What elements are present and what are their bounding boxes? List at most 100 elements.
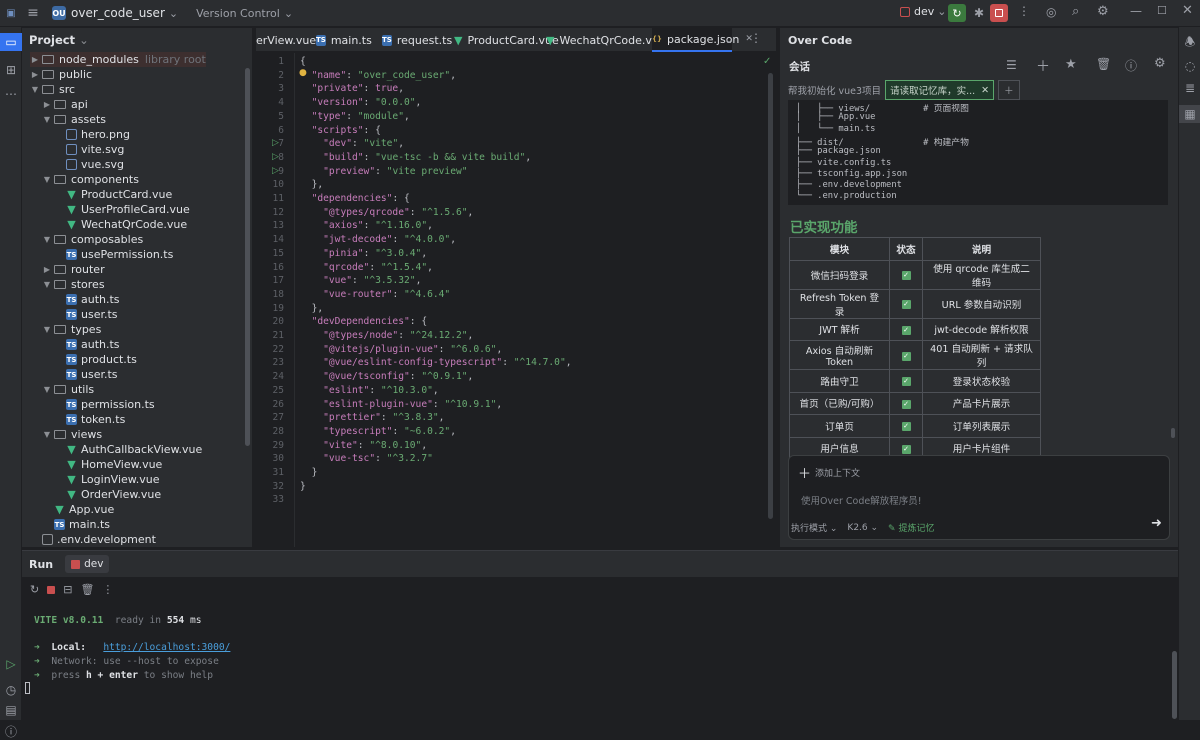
vcs-selector[interactable]: Version Control ⌄	[196, 7, 293, 20]
tree-file[interactable]: .env.development	[30, 532, 156, 547]
tree-file[interactable]: ▼ ProductCard.vue	[54, 187, 172, 202]
run-config-selector[interactable]: dev ⌄	[900, 5, 946, 18]
rerun-icon[interactable]: ↻	[948, 4, 966, 22]
run-scrollbar[interactable]	[1172, 651, 1177, 719]
intention-bulb-icon[interactable]: ●	[299, 68, 307, 78]
gear-icon[interactable]: ⚙	[1097, 4, 1109, 19]
tab-productcardvue[interactable]: ▼ ProductCard.vue	[454, 28, 559, 52]
problems-icon[interactable]: ⓘ	[0, 723, 22, 740]
more-icon[interactable]: ⋮	[1018, 4, 1030, 18]
main-menu-icon[interactable]: ≡	[22, 5, 44, 21]
trash-icon[interactable]: 🗑	[1096, 57, 1111, 71]
run-script-icon[interactable]: ▷	[272, 152, 279, 162]
tree-file[interactable]: ▼ HomeView.vue	[54, 457, 162, 472]
tree-folder[interactable]: ▼ stores	[42, 277, 105, 292]
editor-more-icon[interactable]: ⋮	[750, 31, 762, 45]
notifications-icon[interactable]: 🕭	[1179, 33, 1200, 54]
ai-chat-icon[interactable]: ◌	[1179, 59, 1200, 73]
rerun-icon[interactable]: ↻	[30, 583, 39, 596]
chat-input[interactable]: 使用Over Code解放程序员!	[801, 493, 922, 507]
close-icon[interactable]: ✕	[981, 85, 989, 96]
restore-layout-icon[interactable]: ⊟	[63, 583, 72, 596]
trash-icon[interactable]: 🗑	[80, 583, 94, 596]
tree-folder[interactable]: ▼ components	[42, 172, 139, 187]
tree-folder[interactable]: ▶ node_modules library root	[30, 52, 206, 67]
tree-folder[interactable]: ▼ src	[30, 82, 75, 97]
tree-file[interactable]: TS user.ts	[54, 307, 118, 322]
tree-file[interactable]: TS token.ts	[54, 412, 125, 427]
tab-erviewvue[interactable]: erView.vue	[256, 28, 316, 52]
chat-tab-1[interactable]: 帮我初始化 vue3项目	[784, 80, 885, 100]
tab-packagejson[interactable]: {} package.json ✕	[652, 28, 753, 52]
run-script-icon[interactable]: ▷	[272, 138, 279, 148]
tree-folder[interactable]: ▼ types	[42, 322, 101, 337]
minimize-icon[interactable]: —	[1130, 4, 1142, 18]
tree-file[interactable]: TS main.ts	[42, 517, 110, 532]
memory-button[interactable]: ✎ 提炼记忆	[888, 521, 934, 534]
tree-file[interactable]: ▼ UserProfileCard.vue	[54, 202, 190, 217]
tree-file[interactable]: TS auth.ts	[54, 337, 120, 352]
terminal-icon[interactable]: ▤	[0, 703, 22, 717]
add-context-button[interactable]: ＋ 添加上下文	[798, 463, 860, 482]
tab-requestts[interactable]: TS request.ts	[382, 28, 452, 52]
tree-folder[interactable]: ▶ api	[42, 97, 88, 112]
project-scrollbar[interactable]	[245, 68, 250, 446]
run-tool-icon[interactable]: ▷	[0, 657, 22, 671]
tree-file[interactable]: ▼ OrderView.vue	[54, 487, 161, 502]
close-icon[interactable]: ✕	[1182, 3, 1193, 18]
editor-scrollbar[interactable]	[768, 73, 773, 519]
tree-file[interactable]: vite.svg	[54, 142, 124, 157]
chat-tab-2[interactable]: 请读取记忆库，实... ✕	[885, 80, 995, 100]
mode-selector[interactable]: 执行模式 ⌄	[791, 521, 837, 534]
tree-file[interactable]: TS permission.ts	[54, 397, 155, 412]
maximize-icon[interactable]: ☐	[1157, 4, 1167, 17]
tab-wechatqrcodevue[interactable]: ▼ WechatQrCode.vue	[546, 28, 666, 52]
tree-file[interactable]: ▼ LoginView.vue	[54, 472, 159, 487]
tree-folder[interactable]: ▼ views	[42, 427, 102, 442]
tree-folder[interactable]: ▼ assets	[42, 112, 106, 127]
info-icon[interactable]: ⓘ	[1125, 57, 1137, 74]
chat-scrollbar[interactable]	[1171, 428, 1175, 438]
local-url-link[interactable]: http://localhost:3000/	[103, 642, 230, 653]
database-icon[interactable]: ≣	[1179, 81, 1200, 95]
code-area[interactable]: { "name": "over_code_user", "private": t…	[296, 53, 776, 547]
tree-item-label: HomeView.vue	[81, 458, 163, 471]
tree-file[interactable]: ▼ App.vue	[42, 502, 114, 517]
tree-file[interactable]: TS auth.ts	[54, 292, 120, 307]
project-panel-header[interactable]: Project ⌄	[22, 28, 252, 52]
services-icon[interactable]: ◷	[0, 683, 22, 697]
folder-icon[interactable]: ▭	[0, 33, 22, 51]
over-code-tool-icon[interactable]: ▦	[1179, 105, 1200, 123]
list-icon[interactable]: ☰	[1006, 58, 1017, 72]
ai-assistant-icon[interactable]: ◎	[1046, 5, 1056, 19]
tree-folder[interactable]: ▼ composables	[42, 232, 143, 247]
new-chat-tab-icon[interactable]: ＋	[998, 80, 1020, 100]
tree-folder[interactable]: ▶ public	[30, 67, 92, 82]
run-script-icon[interactable]: ▷	[272, 166, 279, 176]
more-icon[interactable]: ⋮	[102, 583, 113, 596]
gear-icon[interactable]: ⚙	[1154, 56, 1166, 71]
stop-icon[interactable]	[47, 585, 56, 594]
tab-maints[interactable]: TS main.ts	[316, 28, 372, 52]
tree-file[interactable]: hero.png	[54, 127, 130, 142]
tree-file[interactable]: TS user.ts	[54, 367, 118, 382]
send-icon[interactable]: ➜	[1151, 516, 1162, 531]
add-icon[interactable]: ＋	[1036, 56, 1050, 76]
run-config-tab[interactable]: dev	[65, 555, 110, 573]
tree-folder[interactable]: ▶ router	[42, 262, 105, 277]
debug-icon[interactable]: ✱	[970, 4, 988, 22]
tree-file[interactable]: ▼ WechatQrCode.vue	[54, 217, 187, 232]
star-icon[interactable]: ★	[1065, 57, 1077, 72]
more-tools-icon[interactable]: ⋯	[0, 87, 22, 101]
tree-file[interactable]: ▼ AuthCallbackView.vue	[54, 442, 202, 457]
project-selector[interactable]: OU over_code_user ⌄	[52, 6, 178, 20]
model-selector[interactable]: K2.6 ⌄	[847, 523, 878, 533]
search-icon[interactable]: ⌕	[1072, 4, 1079, 19]
tree-folder[interactable]: ▼ utils	[42, 382, 94, 397]
tree-file[interactable]: TS usePermission.ts	[54, 247, 173, 262]
tree-file[interactable]: vue.svg	[54, 157, 124, 172]
stop-icon[interactable]	[990, 4, 1008, 22]
tree-file[interactable]: TS product.ts	[54, 352, 137, 367]
tab-list-chevron-icon[interactable]: ⌄	[724, 32, 734, 46]
structure-icon[interactable]: ⊞	[0, 63, 22, 77]
